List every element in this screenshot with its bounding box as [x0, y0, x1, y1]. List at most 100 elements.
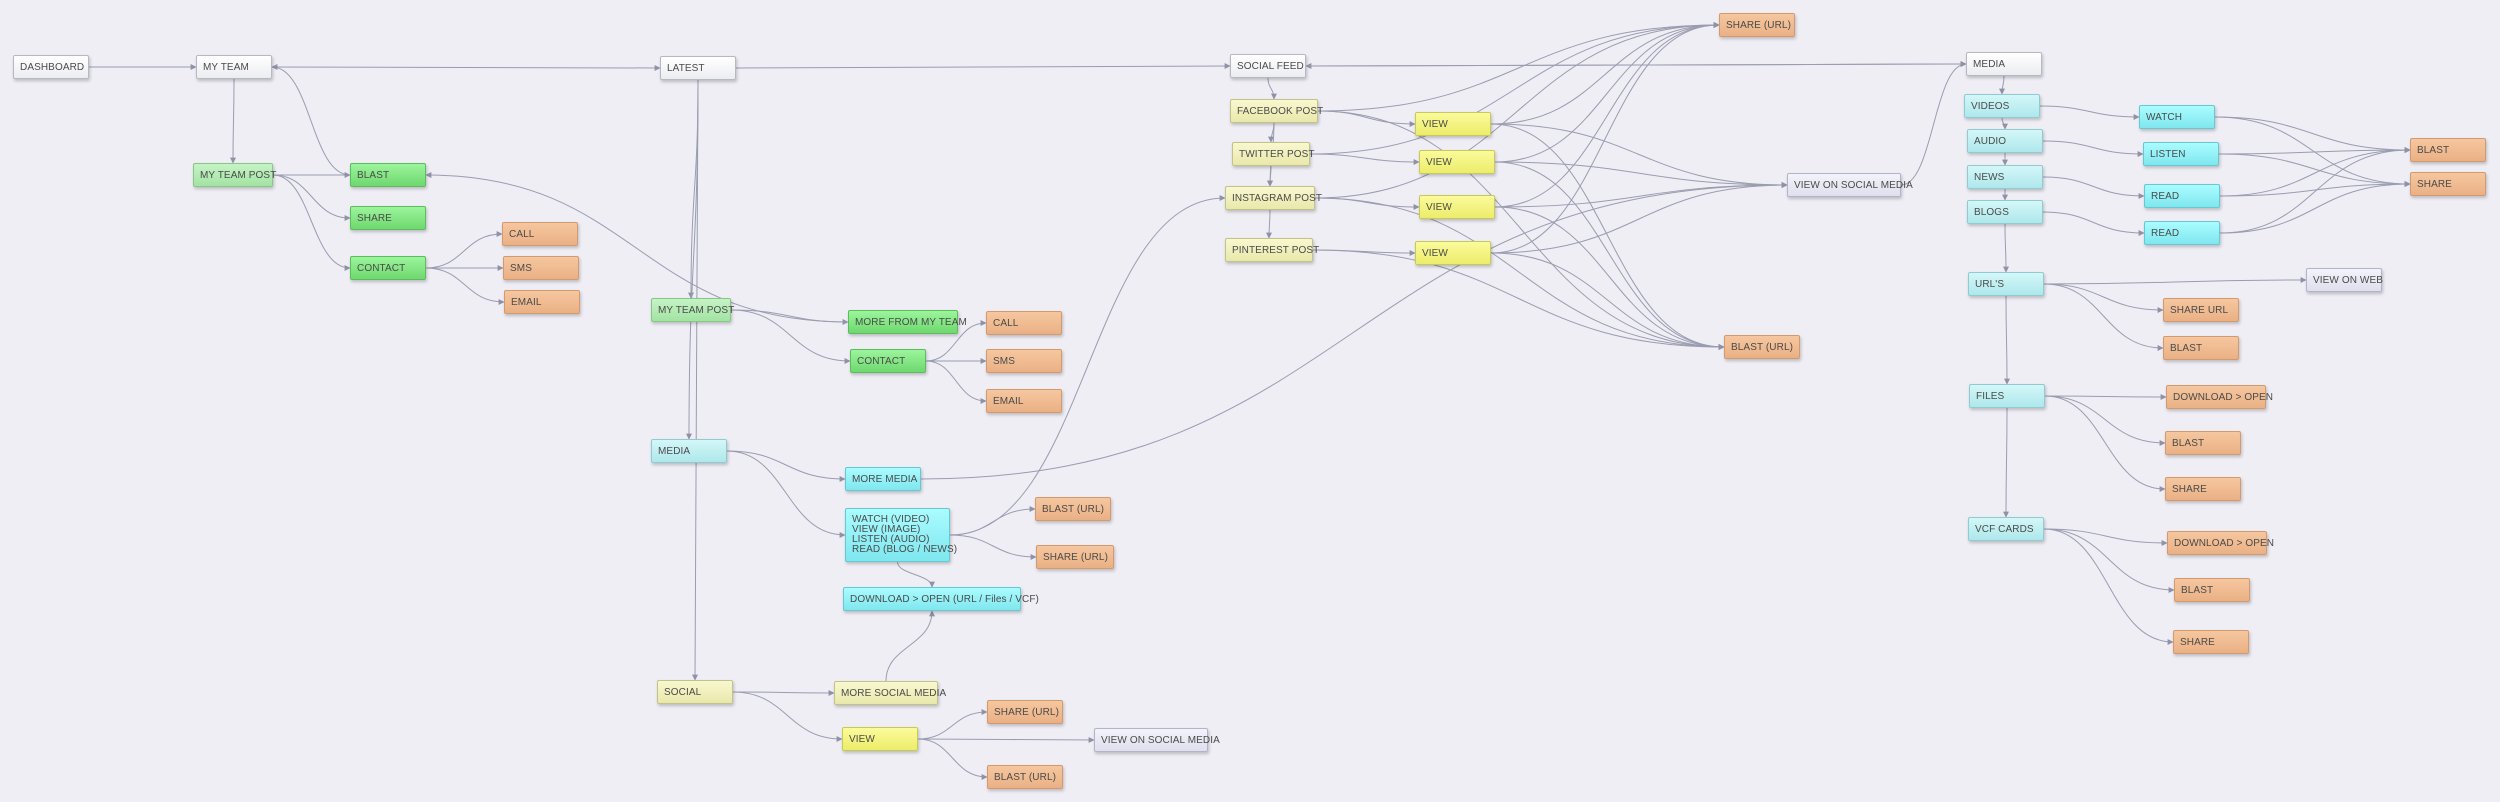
connector-view4-to-blasturl_right	[1490, 252, 1725, 350]
node-twitter-post[interactable]: TWITTER POST	[1232, 142, 1315, 166]
connector-view2-to-share_url_top	[1494, 22, 1720, 163]
node-view-twitter[interactable]: VIEW	[1419, 150, 1495, 174]
node-read-1[interactable]: READ	[2144, 184, 2220, 208]
node-blast-vcf[interactable]: BLAST	[2174, 578, 2250, 602]
connector-urls-to-blast_url_r	[2043, 283, 2164, 351]
node-more-media[interactable]: MORE MEDIA	[845, 467, 921, 491]
node-download-open-mid[interactable]: DOWNLOAD > OPEN (URL / Files / VCF)	[843, 587, 1039, 611]
node-vcf-cards[interactable]: VCF CARDS	[1968, 517, 2044, 541]
node-read-2[interactable]: READ	[2144, 221, 2220, 245]
node-view-on-social-media-bottom[interactable]: VIEW ON SOCIAL MEDIA	[1094, 728, 1220, 752]
node-latest[interactable]: LATEST	[660, 56, 736, 80]
node-view-facebook[interactable]: VIEW	[1415, 112, 1491, 136]
node-contact-1[interactable]: CONTACT	[350, 256, 426, 280]
node-sms-1[interactable]: SMS	[503, 256, 579, 280]
node-share-vcf[interactable]: SHARE	[2173, 630, 2249, 654]
node-email-2[interactable]: EMAIL	[986, 389, 1062, 413]
flow-diagram-canvas: DASHBOARD MY TEAM LATEST SOCIAL FEED MED…	[0, 0, 2500, 802]
node-more-social-media[interactable]: MORE SOCIAL MEDIA	[834, 681, 946, 705]
node-watch[interactable]: WATCH	[2139, 105, 2215, 129]
node-dashboard[interactable]: DASHBOARD	[13, 55, 89, 79]
node-share-files[interactable]: SHARE	[2165, 477, 2241, 501]
connector-view_soc-to-blasturl_soc	[917, 738, 988, 780]
connector-latest-to-media_mid	[686, 79, 699, 440]
connector-socialfeed-to-media_top	[1305, 61, 1967, 68]
connector-media_top-to-socialfeed	[1305, 62, 1967, 69]
connector-blogs-to-read2	[2042, 211, 2145, 236]
node-view-on-web[interactable]: VIEW ON WEB	[2306, 268, 2383, 292]
node-blast-far[interactable]: BLAST	[2410, 138, 2486, 162]
node-my-team-post-1[interactable]: MY TEAM POST	[193, 163, 276, 187]
node-urls[interactable]: URL'S	[1968, 272, 2044, 296]
node-blast-url-mid[interactable]: BLAST (URL)	[1035, 497, 1111, 521]
node-media-top[interactable]: MEDIA	[1966, 52, 2042, 76]
node-share-1[interactable]: SHARE	[350, 206, 426, 230]
connector-moresocial-to-download_mid	[885, 610, 935, 682]
node-email-1[interactable]: EMAIL	[504, 290, 580, 314]
connector-files-to-blast_files	[2044, 395, 2166, 446]
node-facebook-post[interactable]: FACEBOOK POST	[1230, 99, 1323, 123]
node-download-open-files[interactable]: DOWNLOAD > OPEN	[2166, 385, 2273, 409]
node-pinterest-post[interactable]: PINTEREST POST	[1225, 238, 1319, 262]
node-download-open-vcf[interactable]: DOWNLOAD > OPEN	[2167, 531, 2274, 555]
connector-igpost-to-view3	[1314, 197, 1420, 210]
connector-myteampost1-to-contact1	[272, 174, 351, 271]
connector-read2-to-share_far	[2219, 181, 2411, 234]
connector-blogs-to-urls	[2002, 223, 2009, 273]
node-blast-1[interactable]: BLAST	[350, 163, 426, 187]
connector-view4-to-share_url_top	[1490, 22, 1720, 254]
node-files[interactable]: FILES	[1969, 384, 2045, 408]
node-media-mid[interactable]: MEDIA	[651, 439, 727, 463]
connector-read2-to-blast_far	[2219, 147, 2411, 234]
connector-morefromteam-to-blast1	[425, 172, 849, 323]
node-view-pinterest[interactable]: VIEW	[1415, 241, 1491, 265]
node-blast-url-social[interactable]: BLAST (URL)	[987, 765, 1063, 789]
connector-view1-to-viewsocial_mid	[1490, 123, 1788, 188]
node-share-url-top[interactable]: SHARE (URL)	[1719, 13, 1795, 37]
node-view-instagram[interactable]: VIEW	[1419, 195, 1495, 219]
connector-pinpost-to-view4	[1312, 249, 1416, 256]
node-social[interactable]: SOCIAL	[657, 680, 733, 704]
connector-view3-to-share_url_top	[1494, 22, 1720, 208]
node-view-social[interactable]: VIEW	[842, 727, 918, 751]
node-social-feed[interactable]: SOCIAL FEED	[1230, 54, 1306, 78]
node-videos[interactable]: VIDEOS	[1964, 94, 2040, 118]
node-audio[interactable]: AUDIO	[1967, 129, 2043, 153]
node-share-url-social[interactable]: SHARE (URL)	[987, 700, 1063, 724]
connector-vcf-to-share_vcf	[2043, 528, 2174, 645]
node-listen[interactable]: LISTEN	[2143, 142, 2219, 166]
connector-fbpost-to-blasturl_right	[1317, 110, 1725, 350]
node-share-far[interactable]: SHARE	[2410, 172, 2486, 196]
connector-videos-to-audio	[2001, 117, 2008, 130]
node-call-2[interactable]: CALL	[986, 311, 1062, 335]
node-more-from-my-team[interactable]: MORE FROM MY TEAM	[848, 310, 967, 334]
node-contact-2[interactable]: CONTACT	[850, 349, 926, 373]
connector-files-to-share_files	[2044, 395, 2166, 492]
node-share-url-right[interactable]: SHARE URL	[2163, 298, 2239, 322]
node-my-team[interactable]: MY TEAM	[196, 55, 272, 79]
node-news[interactable]: NEWS	[1967, 165, 2043, 189]
connector-files-to-dl_files	[2044, 393, 2167, 400]
connector-latest-to-social	[692, 79, 699, 681]
node-sms-2[interactable]: SMS	[986, 349, 1062, 373]
connector-view_soc-to-shareurl_soc	[917, 709, 988, 740]
connector-contact1-to-call1	[425, 231, 503, 269]
node-my-team-post-2[interactable]: MY TEAM POST	[651, 298, 734, 322]
connector-audio-to-listen	[2042, 140, 2144, 157]
node-blast-url-right[interactable]: BLAST (URL)	[1724, 335, 1800, 359]
node-call-1[interactable]: CALL	[502, 222, 578, 246]
node-view-on-social-media-mid[interactable]: VIEW ON SOCIAL MEDIA	[1787, 173, 1913, 197]
connector-myteampost2-to-contact2	[730, 309, 851, 364]
connector-fbpost-to-view1	[1317, 110, 1416, 127]
connector-watchview-to-blasturl_mid	[949, 506, 1036, 536]
node-blast-files[interactable]: BLAST	[2165, 431, 2241, 455]
connector-vcf-to-dl_vcf	[2043, 528, 2168, 546]
connector-viewsocial_mid-to-media_top	[1900, 61, 1967, 186]
node-blast-urls[interactable]: BLAST	[2163, 336, 2239, 360]
node-share-url-mid[interactable]: SHARE (URL)	[1036, 545, 1114, 569]
connector-view1-to-blasturl_right	[1490, 123, 1725, 350]
node-instagram-post[interactable]: INSTAGRAM POST	[1225, 186, 1322, 210]
connector-contact1-to-email1	[425, 267, 505, 305]
node-watch-view-listen-read[interactable]: WATCH (VIDEO) VIEW (IMAGE) LISTEN (AUDIO…	[845, 508, 957, 562]
node-blogs[interactable]: BLOGS	[1967, 200, 2043, 224]
